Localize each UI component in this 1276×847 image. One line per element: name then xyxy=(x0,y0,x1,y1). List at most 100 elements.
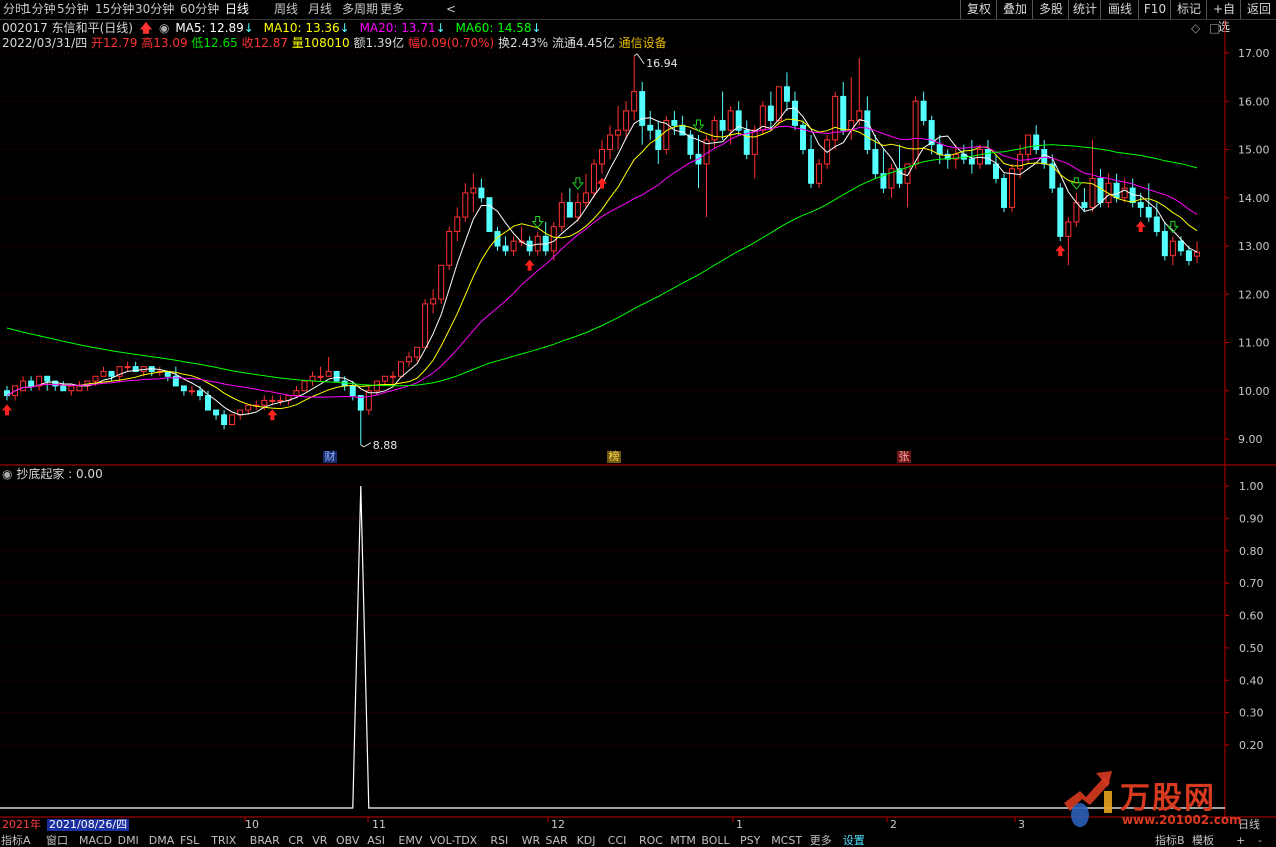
diamond-icon[interactable]: ◇ xyxy=(1191,21,1200,35)
indicator-tab-6[interactable]: TRIX xyxy=(211,835,236,847)
indicator-tab-22[interactable]: PSY xyxy=(740,835,760,847)
candle-body xyxy=(92,375,99,382)
candle-body xyxy=(607,134,614,150)
candle-body xyxy=(213,409,220,416)
indicator-tab-25[interactable]: 设置 xyxy=(843,835,865,847)
candle-body xyxy=(325,370,332,377)
chart-header-line-1: 002017 东信和平(日线) 🡅 ◉ MA5: 12.89↓ MA10: 13… xyxy=(2,21,542,35)
candle-body xyxy=(381,375,388,382)
candle-body xyxy=(1081,202,1088,208)
price-tick-label: 11.00 xyxy=(1238,337,1270,350)
indicator-tab-10[interactable]: OBV xyxy=(336,835,359,847)
high-marker xyxy=(633,53,645,65)
candle-body xyxy=(582,192,589,204)
indicator-tab-5[interactable]: FSL xyxy=(180,835,199,847)
low-marker xyxy=(360,442,372,448)
candle-body xyxy=(984,149,991,165)
indicator-tab-7[interactable]: BRAR xyxy=(250,835,280,847)
indicator-tab-11[interactable]: ASI xyxy=(367,835,385,847)
indicator-tab-24[interactable]: 更多 xyxy=(810,835,832,847)
candle-body xyxy=(1161,231,1168,257)
date-axis-month: 10 xyxy=(245,818,259,831)
chart-header-line-2: 2022/03/31/四 开12.79 高13.09 低12.65 收12.87… xyxy=(2,36,667,50)
indicator-tab-17[interactable]: KDJ xyxy=(577,835,596,847)
quote-high: 高13.09 xyxy=(141,36,188,50)
candle-body xyxy=(1073,202,1080,223)
candle-body xyxy=(992,163,999,179)
indicator-tab-20[interactable]: MTM xyxy=(670,835,696,847)
indicator-tick-label: 0.80 xyxy=(1239,545,1264,558)
candle-body xyxy=(920,100,927,122)
indicator-tab-16[interactable]: SAR xyxy=(545,835,567,847)
high-price-label: 16.94 xyxy=(646,57,678,70)
price-tick-label: 14.00 xyxy=(1238,192,1270,205)
candle-body xyxy=(558,202,565,228)
candle-body xyxy=(293,390,300,397)
indicator-tab-9[interactable]: VR xyxy=(312,835,327,847)
candle-body xyxy=(454,216,461,233)
candle-body xyxy=(389,375,396,378)
event-marker-finance[interactable]: 财 xyxy=(323,451,337,463)
candle-body xyxy=(1065,221,1072,237)
sell-arrow-icon xyxy=(531,216,544,229)
watermark-logo: 万股网 www.201002.com xyxy=(1060,763,1250,831)
indicator-tab-12[interactable]: EMV xyxy=(398,835,422,847)
candle-body xyxy=(462,192,469,218)
right-tab-3[interactable]: - xyxy=(1258,835,1262,847)
candle-body xyxy=(510,240,517,252)
indicator-tab-1[interactable]: 窗口 xyxy=(46,835,68,847)
candle-body xyxy=(599,149,605,165)
candle-body xyxy=(277,399,284,402)
candle-body xyxy=(245,404,252,411)
candle-body xyxy=(623,110,630,131)
candle-body xyxy=(1177,240,1184,252)
candle-body xyxy=(470,187,477,194)
candle-body xyxy=(791,100,798,126)
indicator-tab-13[interactable]: VOL-TDX xyxy=(430,835,478,847)
window-toggle-icon[interactable]: □ xyxy=(1209,21,1220,35)
indicator-tab-2[interactable]: MACD xyxy=(79,835,112,847)
indicator-tab-15[interactable]: WR xyxy=(522,835,541,847)
watermark-brand: 万股网 xyxy=(1120,781,1216,816)
indicator-tab-8[interactable]: CR xyxy=(288,835,303,847)
candle-body xyxy=(1009,168,1016,208)
quote-amount: 额1.39亿 xyxy=(353,36,405,50)
indicator-tab-4[interactable]: DMA xyxy=(149,835,175,847)
indicator-tick-label: 0.50 xyxy=(1239,642,1264,655)
indicator-tab-19[interactable]: ROC xyxy=(639,835,663,847)
candle-body xyxy=(631,91,638,112)
indicator-tab-18[interactable]: CCI xyxy=(608,835,627,847)
indicator-settings-icon[interactable]: ◉ xyxy=(2,467,12,481)
candle-body xyxy=(783,86,790,102)
right-tab-0[interactable]: 指标B xyxy=(1155,835,1185,847)
candle-body xyxy=(840,95,847,131)
quote-open: 开12.79 xyxy=(91,36,138,50)
indicator-tab-3[interactable]: DMI xyxy=(118,835,139,847)
event-marker-limit[interactable]: 张 xyxy=(897,451,911,463)
settings-circle-icon[interactable]: ◉ xyxy=(159,21,169,35)
candle-body xyxy=(414,346,421,358)
indicator-tab-21[interactable]: BOLL xyxy=(701,835,729,847)
price-tick-label: 15.00 xyxy=(1238,144,1270,157)
indicator-tick-label: 0.40 xyxy=(1239,674,1264,687)
cursor-date: 2021/08/26/四 xyxy=(47,818,130,831)
indicator-tab-23[interactable]: MCST xyxy=(771,835,802,847)
candle-body xyxy=(808,149,815,184)
candle-body xyxy=(221,414,228,426)
candle-body xyxy=(1033,134,1040,150)
right-tab-2[interactable]: + xyxy=(1236,835,1245,847)
buy-arrow-icon xyxy=(1055,245,1066,257)
candle-body xyxy=(775,86,782,122)
event-marker-billboard[interactable]: 榜 xyxy=(607,451,621,463)
indicator-tab-0[interactable]: 指标A xyxy=(1,835,31,847)
candle-body xyxy=(1113,182,1120,199)
candle-body xyxy=(1025,134,1032,155)
chart-area[interactable]: 17.0016.0015.0014.0013.0012.0011.0010.00… xyxy=(0,0,1276,845)
quote-industry[interactable]: 通信设备 xyxy=(619,36,667,50)
indicator-tab-14[interactable]: RSI xyxy=(490,835,508,847)
date-axis-month: 1 xyxy=(736,818,743,831)
quote-date: 2022/03/31/四 xyxy=(2,36,88,50)
buy-arrow-icon xyxy=(597,177,607,189)
right-tab-1[interactable]: 模板 xyxy=(1192,835,1214,847)
candle-body xyxy=(446,231,453,266)
